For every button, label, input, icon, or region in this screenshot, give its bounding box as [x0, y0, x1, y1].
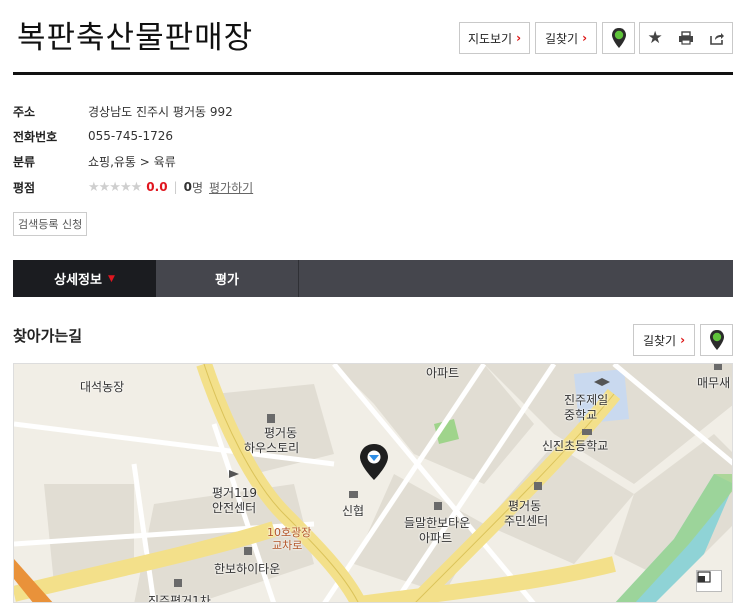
map-view[interactable]: 대석농장 아파트 매무새 진주제일 중학교 신진초등학교 평거동 하우스토리 평…	[13, 363, 733, 603]
address-label: 주소	[13, 104, 36, 119]
navigation-pin-button[interactable]	[602, 22, 635, 54]
tab-details-label: 상세정보	[54, 273, 102, 288]
rate-link[interactable]: 평가하기	[209, 179, 253, 196]
map-label: 신협	[342, 504, 365, 518]
map-label: 하우스토리	[244, 441, 300, 455]
map-label: 진주평거1차	[148, 594, 211, 603]
chevron-right-icon: ›	[680, 333, 686, 347]
map-label: 신진초등학교	[542, 439, 609, 453]
map-directions-button[interactable]: 길찾기 ›	[633, 324, 695, 356]
category-row: 분류 쇼핑,유통 > 육류	[13, 151, 176, 171]
register-search-button[interactable]: 검색등록 신청	[13, 212, 88, 236]
map-label: 아파트	[419, 531, 453, 545]
address-value: 경상남도 진주시 평거동 992	[88, 104, 233, 119]
map-view-label: 지도보기	[467, 31, 513, 46]
green-pin-icon	[709, 330, 724, 350]
green-pin-icon	[611, 28, 626, 48]
map-label: 대석농장	[80, 380, 125, 394]
address-row: 주소 경상남도 진주시 평거동 992	[13, 101, 233, 121]
chevron-right-icon: ›	[516, 31, 522, 45]
expand-icon	[697, 571, 711, 583]
rating-label: 평점	[13, 180, 36, 195]
tab-rating-label: 평가	[215, 273, 239, 288]
chevron-right-icon: ›	[582, 31, 588, 45]
directions-label: 길찾기	[544, 31, 579, 46]
map-navigation-pin-button[interactable]	[700, 324, 733, 356]
rating-count: 0	[183, 180, 192, 194]
directions-section-title: 찾아가는길	[13, 327, 83, 345]
print-icon[interactable]	[678, 31, 694, 45]
star-icon[interactable]: ★	[647, 28, 662, 48]
rating-score: 0.0	[146, 180, 168, 194]
map-view-button[interactable]: 지도보기 ›	[459, 22, 530, 54]
map-canvas	[14, 364, 732, 602]
detail-tabs: 상세정보 ▼ 평가	[13, 260, 733, 297]
expand-map-button[interactable]	[696, 570, 722, 592]
tab-rating[interactable]: 평가	[156, 260, 299, 297]
rating-row: 평점 ★★★★★ 0.0 | 0명 평가하기	[13, 177, 253, 197]
map-label: 주민센터	[504, 514, 549, 528]
tab-details[interactable]: 상세정보 ▼	[13, 260, 156, 297]
map-label: 중학교	[564, 408, 598, 422]
map-label: 아파트	[426, 366, 460, 380]
rating-stars-icon: ★★★★★	[88, 179, 142, 195]
rating-count-unit: 명	[191, 180, 203, 195]
page-title: 복판축산물판매장	[17, 20, 254, 56]
rating-separator: |	[173, 180, 178, 194]
phone-label: 전화번호	[13, 129, 58, 144]
map-label: 교차로	[272, 539, 303, 552]
map-label: 매무새	[697, 376, 731, 390]
share-icon[interactable]	[709, 31, 725, 45]
caret-down-icon: ▼	[107, 273, 115, 284]
phone-value: 055-745-1726	[88, 129, 174, 143]
map-label: 안전센터	[212, 501, 257, 515]
action-group: ★	[639, 22, 733, 54]
category-value: 쇼핑,유통 > 육류	[88, 154, 176, 169]
title-divider	[13, 72, 733, 75]
directions-button[interactable]: 길찾기 ›	[535, 22, 597, 54]
phone-row: 전화번호 055-745-1726	[13, 126, 173, 146]
place-marker-icon	[360, 444, 388, 480]
map-label: 한보하이타운	[214, 562, 281, 576]
category-label: 분류	[13, 154, 36, 169]
map-directions-label: 길찾기	[642, 333, 677, 348]
